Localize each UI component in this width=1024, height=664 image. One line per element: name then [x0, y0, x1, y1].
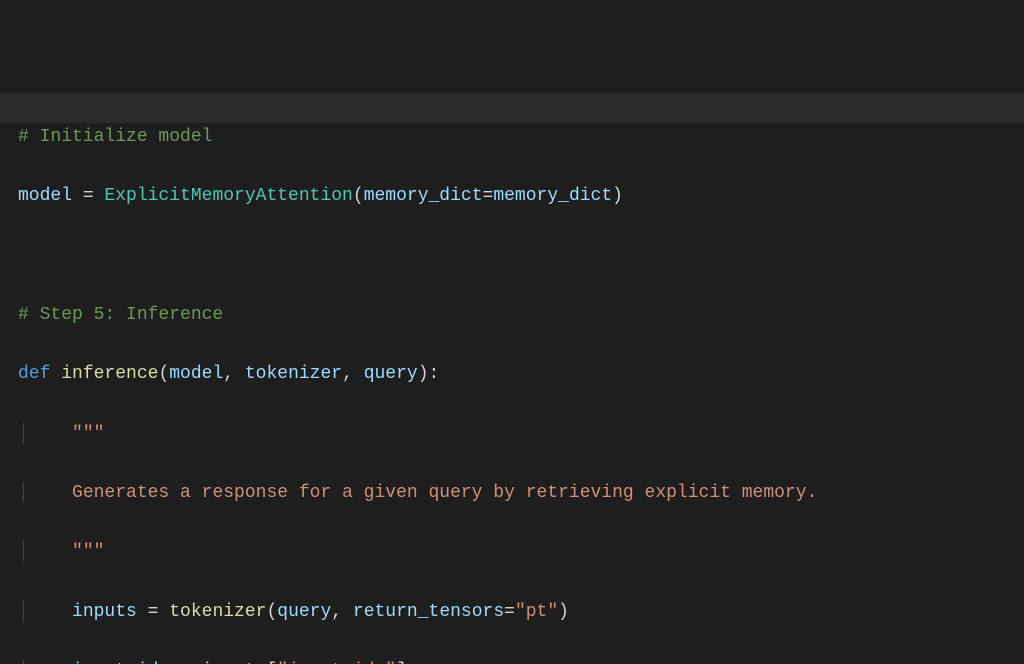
- comment: # Step 5: Inference: [18, 305, 223, 325]
- code-line: model = ExplicitMemoryAttention(memory_d…: [18, 182, 1024, 212]
- code-line: │ input_ids = inputs["input_ids"]: [18, 657, 1024, 664]
- docstring: Generates a response for a given query b…: [29, 483, 818, 503]
- code-editor[interactable]: # Initialize model model = ExplicitMemor…: [0, 0, 1024, 664]
- comment: # Initialize model: [18, 127, 212, 147]
- code-line: │ inputs = tokenizer(query, return_tenso…: [18, 598, 1024, 628]
- func-name: inference: [61, 364, 158, 384]
- docstring: """: [29, 542, 105, 562]
- indent-guide: │: [18, 483, 29, 503]
- indent-guide: │: [18, 542, 29, 562]
- code-line: # Initialize model: [18, 123, 1024, 153]
- code-line: │ """: [18, 538, 1024, 568]
- code-content: # Initialize model model = ExplicitMemor…: [18, 93, 1024, 664]
- indent-guide: │: [18, 602, 29, 622]
- code-line: │ """: [18, 420, 1024, 450]
- code-line: [18, 242, 1024, 272]
- docstring: """: [29, 424, 105, 444]
- code-line: │ Generates a response for a given query…: [18, 479, 1024, 509]
- keyword-def: def: [18, 364, 61, 384]
- class-name: ExplicitMemoryAttention: [104, 186, 352, 206]
- code-line: # Step 5: Inference: [18, 301, 1024, 331]
- code-line: def inference(model, tokenizer, query):: [18, 360, 1024, 390]
- var: model: [18, 186, 72, 206]
- indent-guide: │: [18, 424, 29, 444]
